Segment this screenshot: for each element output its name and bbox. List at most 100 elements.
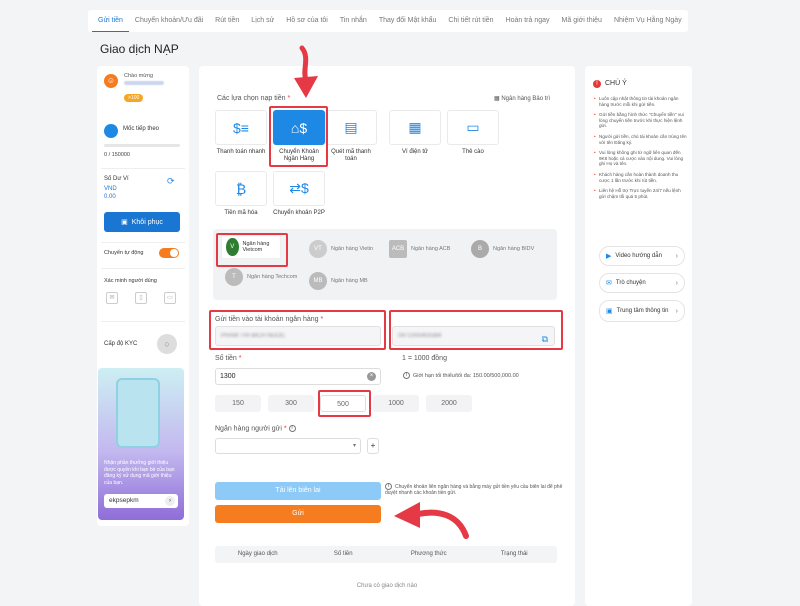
chevron-down-icon: ▾ [352,443,356,449]
milestone-label: Mốc tiếp theo [123,126,160,132]
bank-acb[interactable]: ACB Ngân hàng ACB [389,237,450,261]
restore-button[interactable]: ▣ Khôi phục [104,212,180,232]
highlight-vietcom [216,233,288,267]
restore-label: Khôi phục [131,218,163,226]
upload-receipt-button[interactable]: Tải lên biên lai [215,482,381,500]
chevron-right-icon[interactable]: › [165,496,175,506]
method-section-text: Các lựa chọn nạp tiền [217,95,286,102]
tab-withdraw-detail[interactable]: Chi tiết rút tiền [442,10,499,32]
chat-link[interactable]: ✉ Trò chuyện › [599,273,685,293]
tab-deposit[interactable]: Gửi tiền [92,10,129,32]
send-button[interactable]: Gửi [215,505,381,523]
phone-illustration [116,378,160,448]
chevron-right-icon: › [675,252,678,260]
refresh-icon[interactable]: ⟳ [167,176,177,186]
crypto-icon: ₿ [215,171,267,206]
username-blurred [124,81,164,85]
mb-logo: MB [309,272,327,290]
arrow-left-icon [394,502,469,539]
highlight-account-number [389,310,563,350]
referral-code[interactable]: ekpsepkm › [104,494,178,508]
bank-mb[interactable]: MB Ngân hàng MB [309,269,368,293]
wallet-icon: ▣ [121,219,128,226]
greeting: Chào mừng [124,73,154,79]
milestone-progress [104,144,180,147]
phone-verify-icon[interactable]: ▯ [135,292,147,304]
bank-bidv[interactable]: B Ngân hàng BIDV [471,237,534,261]
highlight-quick-500 [318,390,371,417]
notice-item: Liên hệ Hỗ trợ Trực tuyến 24/7 nếu lệnh … [594,188,687,199]
referral-code-value: ekpsepkm [109,497,139,504]
add-bank-button[interactable]: + [367,438,379,454]
balance-currency: VND [104,186,117,192]
balance-value: 0.00 [104,194,116,200]
kyc-label: Cấp độ KYC [104,341,138,347]
bank-vietin[interactable]: VT Ngân hàng Vietin [309,237,373,261]
quick-amount-300[interactable]: 300 [268,395,314,412]
divider [101,268,185,269]
quick-amount-150[interactable]: 150 [215,395,261,412]
referral-promo-card: Nhận phần thưởng giới thiệu được quyền k… [98,368,184,520]
avatar: ☺ [104,74,118,88]
qr-icon: ▦ [389,110,441,145]
id-verify-icon[interactable]: ▭ [164,292,176,304]
notice-item: Luôn cập nhật thông tin tài khoản ngân h… [594,96,687,107]
tab-profile[interactable]: Hồ sơ của tôi [280,10,334,32]
limit-text: i Giới hạn tối thiểu/tối đa: 150.00/500,0… [403,372,519,379]
divider [101,242,185,243]
method-e-wallet[interactable]: ▦ Ví điện tử [389,110,441,156]
tab-daily-missions[interactable]: Nhiệm Vụ Hằng Ngày [608,10,688,32]
method-label: Tiền mã hóa [224,210,258,216]
method-label: Ví điện tử [401,149,429,155]
amount-input[interactable]: 1300 × [215,368,381,385]
notice-title-text: CHÚ Ý [605,80,627,87]
arrow-down-icon [294,45,318,98]
tab-withdraw[interactable]: Rút tiền [209,10,245,32]
highlight-bank-transfer [269,106,328,167]
bank-name: Ngân hàng BIDV [493,246,535,252]
notice-item: Vui lòng không ghi từ ngữ liên quan đến … [594,150,687,167]
p2p-icon: ⇄$ [273,171,325,206]
quick-amount-1000[interactable]: 1000 [373,395,419,412]
limit-value: Giới hạn tối thiểu/tối đa: 150.00/500,00… [413,372,519,379]
method-scan-code[interactable]: ▤ Quét mã thanh toán [325,110,377,163]
card-icon: ▭ [447,110,499,145]
notice-title: ! CHÚ Ý [593,80,627,88]
tab-referral[interactable]: Mã giới thiệu [556,10,608,32]
notice-list: Luôn cập nhật thông tin tài khoản ngân h… [594,96,687,204]
info-center-link[interactable]: ▣ Trung tâm thông tin › [599,300,685,322]
bank-icon: ▦ [494,96,500,102]
auto-transfer-toggle[interactable] [159,248,179,258]
milestone-value: 0 / 150000 [104,152,130,158]
amount-value: 1300 [220,373,236,380]
sender-bank-select[interactable]: ▾ [215,438,361,454]
method-scratch-card[interactable]: ▭ Thẻ cào [447,110,499,156]
maintenance-link[interactable]: ▦ Ngân hàng Bảo trì [494,95,550,102]
method-fast-pay[interactable]: $≡ Thanh toán nhanh [215,110,267,156]
email-verify-icon[interactable]: ✉ [106,292,118,304]
tab-transfer-promo[interactable]: Chuyển khoản/Ưu đãi [129,10,209,32]
fast-pay-icon: $≡ [215,110,267,145]
acb-logo: ACB [389,240,407,258]
video-icon: ▶ [606,253,612,260]
techcom-logo: T [225,268,243,286]
bank-techcom[interactable]: T Ngân hàng Techcom [225,265,297,289]
video-guide-link[interactable]: ▶ Video hướng dẫn › [599,246,685,266]
method-label: Thẻ cào [462,149,484,155]
tab-change-password[interactable]: Thay đổi Mật khẩu [373,10,443,32]
clear-icon[interactable]: × [367,372,376,381]
method-crypto[interactable]: ₿ Tiền mã hóa [215,171,267,217]
method-label: Chuyển khoản P2P [273,210,325,216]
page-title: Giao dịch NẠP [100,42,179,56]
tab-rebate[interactable]: Hoàn trả ngay [500,10,556,32]
info-icon: i [288,425,296,432]
kyc-level-icon: ○ [157,334,177,354]
tab-history[interactable]: Lịch sử [245,10,280,32]
sender-bank-text: Ngân hàng người gửi [215,425,282,433]
tab-messages[interactable]: Tin nhắn [334,10,373,32]
verify-title: Xác minh người dùng [104,278,157,284]
quick-amount-2000[interactable]: 2000 [426,395,472,412]
method-label: Quét mã thanh toán [331,149,371,162]
vietin-logo: VT [309,240,327,258]
method-p2p[interactable]: ⇄$ Chuyển khoản P2P [273,171,325,217]
